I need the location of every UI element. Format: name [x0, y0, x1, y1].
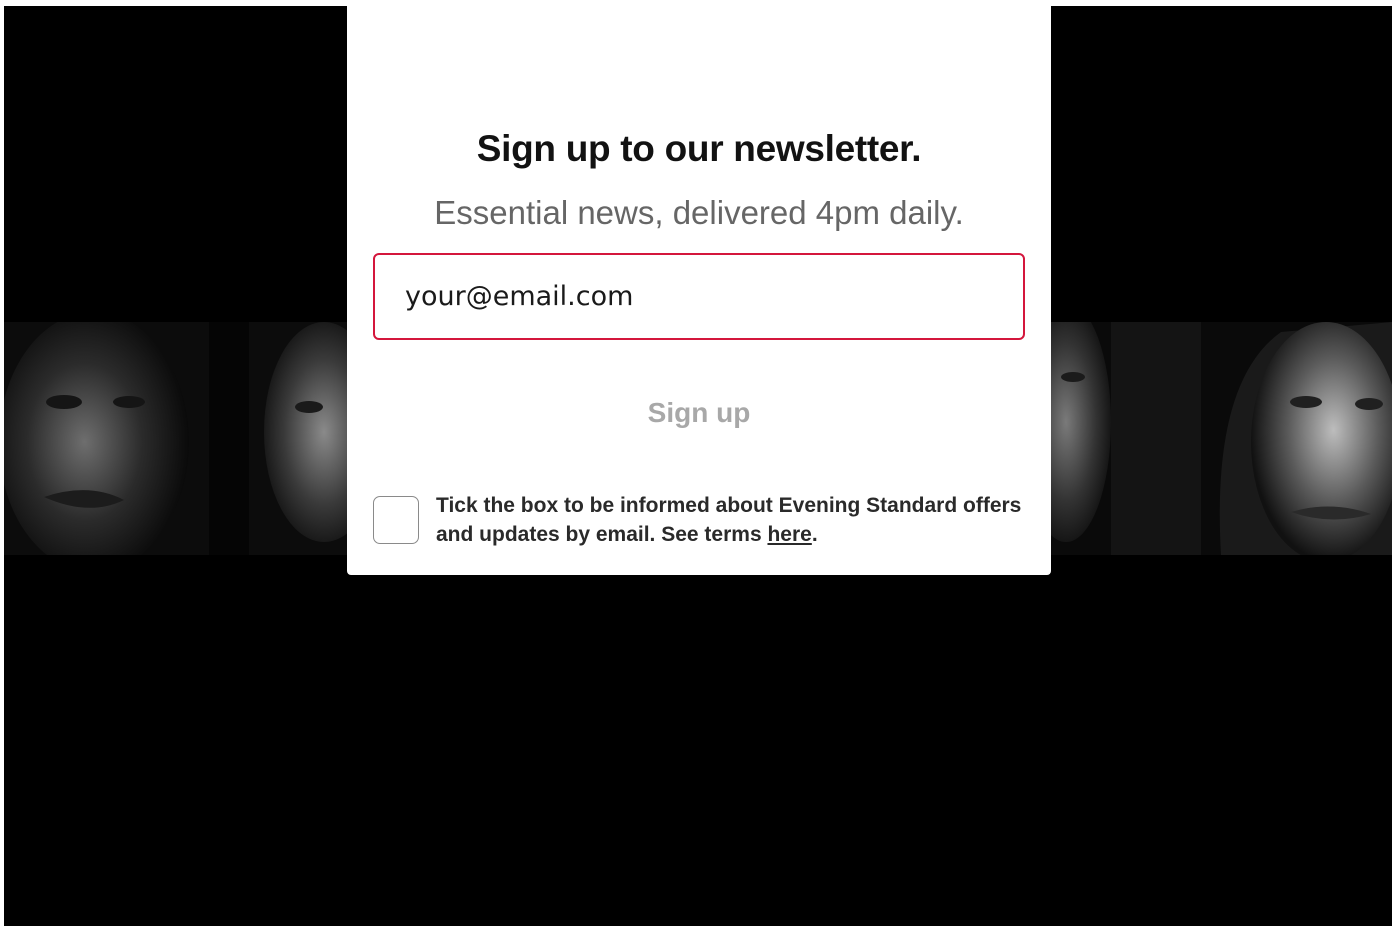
- background-faces-right-image: [1051, 322, 1392, 555]
- consent-label: Tick the box to be informed about Evenin…: [436, 491, 1026, 549]
- background-faces-left-image: [4, 322, 347, 555]
- newsletter-signup-modal: Sign up to our newsletter. Essential new…: [347, 0, 1051, 575]
- sign-up-button[interactable]: Sign up: [547, 384, 851, 442]
- consent-text-end: .: [811, 523, 818, 546]
- terms-link[interactable]: here: [767, 523, 811, 546]
- newsletter-subtitle: Essential news, delivered 4pm daily.: [434, 194, 964, 231]
- consent-text: Tick the box to be informed about Evenin…: [436, 494, 1022, 546]
- consent-checkbox[interactable]: [373, 496, 419, 544]
- newsletter-title: Sign up to our newsletter.: [476, 128, 922, 169]
- email-input[interactable]: [373, 253, 1025, 340]
